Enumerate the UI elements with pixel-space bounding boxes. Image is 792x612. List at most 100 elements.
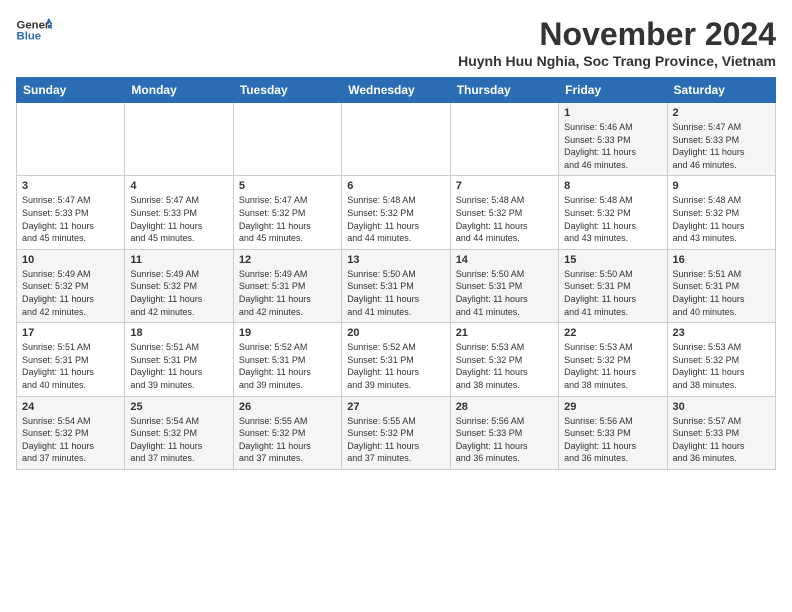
calendar-cell: 18Sunrise: 5:51 AM Sunset: 5:31 PM Dayli… — [125, 323, 233, 396]
calendar-cell: 27 Sunrise: 5:55 AM Sunset: 5:32 PM Dayli… — [342, 396, 450, 469]
day-number: 29 — [564, 401, 661, 413]
cell-content: Sunrise: 5:48 AM Sunset: 5:32 PM Dayligh… — [456, 194, 553, 244]
day-number: 17 — [22, 327, 119, 339]
day-number: 4 — [130, 180, 227, 192]
day-number: 15 — [564, 254, 661, 266]
calendar-cell — [125, 103, 233, 176]
cell-content: Sunrise: 5:50 AM Sunset: 5:31 PM Dayligh… — [456, 268, 553, 318]
day-number: 16 — [673, 254, 770, 266]
day-number: 13 — [347, 254, 444, 266]
cell-content: Sunrise: 5:47 AM Sunset: 5:32 PM Dayligh… — [239, 194, 336, 244]
day-number: 12 — [239, 254, 336, 266]
calendar-cell: 11 Sunrise: 5:49 AM Sunset: 5:32 PM Dayli… — [125, 249, 233, 322]
weekday-header-saturday: Saturday — [667, 78, 775, 103]
calendar-cell: 19Sunrise: 5:52 AM Sunset: 5:31 PM Dayli… — [233, 323, 341, 396]
cell-content: Sunrise: 5:50 AM Sunset: 5:31 PM Dayligh… — [347, 268, 444, 318]
day-number: 22 — [564, 327, 661, 339]
cell-content: Sunrise: 5:53 AM Sunset: 5:32 PM Dayligh… — [456, 341, 553, 391]
weekday-header-row: SundayMondayTuesdayWednesdayThursdayFrid… — [17, 78, 776, 103]
cell-content: Sunrise: 5:54 AM Sunset: 5:32 PM Dayligh… — [130, 415, 227, 465]
calendar-cell: 28 Sunrise: 5:56 AM Sunset: 5:33 PM Dayli… — [450, 396, 558, 469]
calendar-cell: 7 Sunrise: 5:48 AM Sunset: 5:32 PM Daylig… — [450, 176, 558, 249]
day-number: 27 — [347, 401, 444, 413]
calendar-cell: 29 Sunrise: 5:56 AM Sunset: 5:33 PM Dayli… — [559, 396, 667, 469]
calendar-cell — [450, 103, 558, 176]
day-number: 7 — [456, 180, 553, 192]
calendar-cell: 9 Sunrise: 5:48 AM Sunset: 5:32 PM Daylig… — [667, 176, 775, 249]
week-row-1: 1 Sunrise: 5:46 AM Sunset: 5:33 PM Daylig… — [17, 103, 776, 176]
svg-text:General: General — [17, 19, 53, 31]
day-number: 23 — [673, 327, 770, 339]
cell-content: Sunrise: 5:51 AM Sunset: 5:31 PM Dayligh… — [130, 341, 227, 391]
cell-content: Sunrise: 5:49 AM Sunset: 5:31 PM Dayligh… — [239, 268, 336, 318]
cell-content: Sunrise: 5:55 AM Sunset: 5:32 PM Dayligh… — [239, 415, 336, 465]
logo: General Blue — [16, 16, 52, 44]
day-number: 20 — [347, 327, 444, 339]
day-number: 9 — [673, 180, 770, 192]
calendar-cell: 13 Sunrise: 5:50 AM Sunset: 5:31 PM Dayli… — [342, 249, 450, 322]
cell-content: Sunrise: 5:47 AM Sunset: 5:33 PM Dayligh… — [22, 194, 119, 244]
day-number: 25 — [130, 401, 227, 413]
location-title: Huynh Huu Nghia, Soc Trang Province, Vie… — [458, 53, 776, 69]
cell-content: Sunrise: 5:51 AM Sunset: 5:31 PM Dayligh… — [673, 268, 770, 318]
day-number: 21 — [456, 327, 553, 339]
calendar-cell: 14 Sunrise: 5:50 AM Sunset: 5:31 PM Dayli… — [450, 249, 558, 322]
calendar-cell: 12 Sunrise: 5:49 AM Sunset: 5:31 PM Dayli… — [233, 249, 341, 322]
cell-content: Sunrise: 5:52 AM Sunset: 5:31 PM Dayligh… — [347, 341, 444, 391]
week-row-5: 24 Sunrise: 5:54 AM Sunset: 5:32 PM Dayli… — [17, 396, 776, 469]
day-number: 6 — [347, 180, 444, 192]
month-title: November 2024 — [458, 16, 776, 53]
calendar-cell: 15Sunrise: 5:50 AM Sunset: 5:31 PM Dayli… — [559, 249, 667, 322]
weekday-header-thursday: Thursday — [450, 78, 558, 103]
week-row-2: 3Sunrise: 5:47 AM Sunset: 5:33 PM Daylig… — [17, 176, 776, 249]
calendar-cell: 23 Sunrise: 5:53 AM Sunset: 5:32 PM Dayli… — [667, 323, 775, 396]
page-header: General Blue November 2024 Huynh Huu Ngh… — [16, 16, 776, 69]
cell-content: Sunrise: 5:49 AM Sunset: 5:32 PM Dayligh… — [22, 268, 119, 318]
cell-content: Sunrise: 5:53 AM Sunset: 5:32 PM Dayligh… — [564, 341, 661, 391]
cell-content: Sunrise: 5:56 AM Sunset: 5:33 PM Dayligh… — [456, 415, 553, 465]
weekday-header-tuesday: Tuesday — [233, 78, 341, 103]
cell-content: Sunrise: 5:47 AM Sunset: 5:33 PM Dayligh… — [130, 194, 227, 244]
cell-content: Sunrise: 5:48 AM Sunset: 5:32 PM Dayligh… — [673, 194, 770, 244]
cell-content: Sunrise: 5:55 AM Sunset: 5:32 PM Dayligh… — [347, 415, 444, 465]
day-number: 11 — [130, 254, 227, 266]
weekday-header-monday: Monday — [125, 78, 233, 103]
cell-content: Sunrise: 5:51 AM Sunset: 5:31 PM Dayligh… — [22, 341, 119, 391]
cell-content: Sunrise: 5:53 AM Sunset: 5:32 PM Dayligh… — [673, 341, 770, 391]
day-number: 1 — [564, 107, 661, 119]
day-number: 30 — [673, 401, 770, 413]
calendar-cell — [17, 103, 125, 176]
cell-content: Sunrise: 5:46 AM Sunset: 5:33 PM Dayligh… — [564, 121, 661, 171]
calendar-cell: 6 Sunrise: 5:48 AM Sunset: 5:32 PM Daylig… — [342, 176, 450, 249]
week-row-4: 17 Sunrise: 5:51 AM Sunset: 5:31 PM Dayli… — [17, 323, 776, 396]
day-number: 5 — [239, 180, 336, 192]
day-number: 24 — [22, 401, 119, 413]
day-number: 26 — [239, 401, 336, 413]
day-number: 19 — [239, 327, 336, 339]
calendar-cell — [233, 103, 341, 176]
cell-content: Sunrise: 5:57 AM Sunset: 5:33 PM Dayligh… — [673, 415, 770, 465]
cell-content: Sunrise: 5:56 AM Sunset: 5:33 PM Dayligh… — [564, 415, 661, 465]
day-number: 2 — [673, 107, 770, 119]
calendar-cell: 17 Sunrise: 5:51 AM Sunset: 5:31 PM Dayli… — [17, 323, 125, 396]
cell-content: Sunrise: 5:49 AM Sunset: 5:32 PM Dayligh… — [130, 268, 227, 318]
day-number: 14 — [456, 254, 553, 266]
calendar-cell: 22 Sunrise: 5:53 AM Sunset: 5:32 PM Dayli… — [559, 323, 667, 396]
day-number: 28 — [456, 401, 553, 413]
calendar-cell: 25 Sunrise: 5:54 AM Sunset: 5:32 PM Dayli… — [125, 396, 233, 469]
calendar-cell: 8Sunrise: 5:48 AM Sunset: 5:32 PM Daylig… — [559, 176, 667, 249]
calendar-cell: 4 Sunrise: 5:47 AM Sunset: 5:33 PM Daylig… — [125, 176, 233, 249]
day-number: 8 — [564, 180, 661, 192]
calendar-cell: 1 Sunrise: 5:46 AM Sunset: 5:33 PM Daylig… — [559, 103, 667, 176]
calendar-cell: 2 Sunrise: 5:47 AM Sunset: 5:33 PM Daylig… — [667, 103, 775, 176]
calendar-cell: 16 Sunrise: 5:51 AM Sunset: 5:31 PM Dayli… — [667, 249, 775, 322]
cell-content: Sunrise: 5:47 AM Sunset: 5:33 PM Dayligh… — [673, 121, 770, 171]
calendar-cell: 30 Sunrise: 5:57 AM Sunset: 5:33 PM Dayli… — [667, 396, 775, 469]
calendar-cell: 10 Sunrise: 5:49 AM Sunset: 5:32 PM Dayli… — [17, 249, 125, 322]
cell-content: Sunrise: 5:48 AM Sunset: 5:32 PM Dayligh… — [347, 194, 444, 244]
calendar-cell: 24Sunrise: 5:54 AM Sunset: 5:32 PM Dayli… — [17, 396, 125, 469]
calendar-table: SundayMondayTuesdayWednesdayThursdayFrid… — [16, 77, 776, 470]
day-number: 10 — [22, 254, 119, 266]
logo-icon: General Blue — [16, 16, 52, 44]
title-block: November 2024 Huynh Huu Nghia, Soc Trang… — [458, 16, 776, 69]
